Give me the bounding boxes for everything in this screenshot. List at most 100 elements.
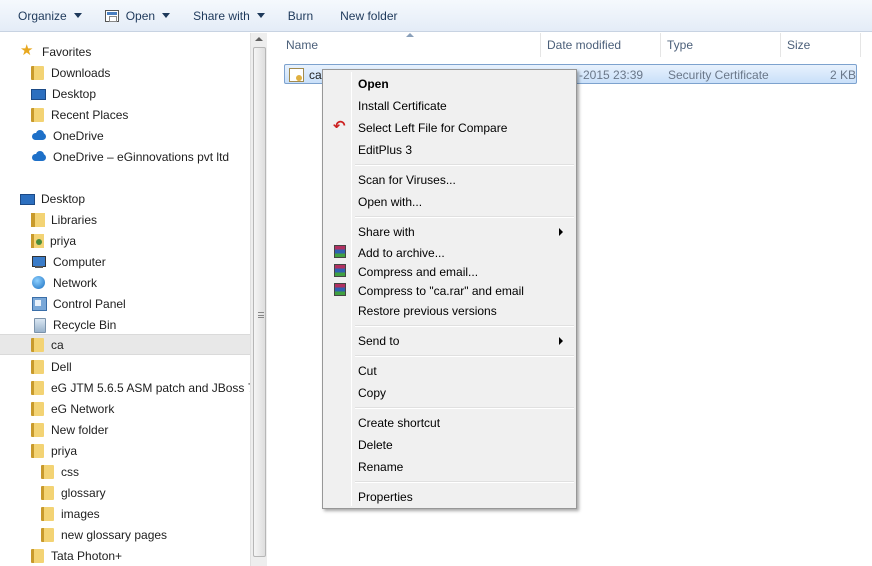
submenu-arrow-icon <box>559 228 563 236</box>
control-panel-icon <box>31 296 47 312</box>
nav-item-downloads[interactable]: Downloads <box>31 62 110 83</box>
nav-label: priya <box>50 233 77 248</box>
nav-item-ca[interactable]: ca <box>0 334 250 355</box>
compare-arrow-icon <box>333 120 347 134</box>
nav-label: Dell <box>51 359 72 374</box>
column-header-size[interactable]: Size <box>781 33 861 57</box>
certificate-icon <box>289 68 304 82</box>
column-header-date[interactable]: Date modified <box>541 33 661 57</box>
menu-item-create-shortcut[interactable]: Create shortcut <box>326 412 573 434</box>
menu-item-copy[interactable]: Copy <box>326 382 573 404</box>
nav-favorites[interactable]: Favorites <box>20 41 91 62</box>
nav-label: css <box>61 464 79 479</box>
nav-label: Favorites <box>42 44 92 59</box>
nav-item-computer[interactable]: Computer <box>31 251 106 272</box>
desktop-icon <box>20 193 35 205</box>
nav-item-network[interactable]: Network <box>31 272 97 293</box>
menu-item-restore-versions[interactable]: Restore previous versions <box>326 300 573 322</box>
winrar-icon <box>334 283 346 296</box>
menu-item-share-with[interactable]: Share with <box>326 221 573 243</box>
new-folder-button[interactable]: New folder <box>322 0 406 32</box>
nav-label: Network <box>53 275 98 290</box>
menu-item-delete[interactable]: Delete <box>326 434 573 456</box>
column-header-type[interactable]: Type <box>661 33 781 57</box>
grip-icon <box>258 312 264 318</box>
nav-label: Recent Places <box>51 107 129 122</box>
folder-icon <box>41 506 54 521</box>
open-button[interactable]: Open <box>91 0 179 32</box>
menu-item-scan-viruses[interactable]: Scan for Viruses... <box>326 169 573 191</box>
share-with-button[interactable]: Share with <box>179 0 274 32</box>
new-folder-label: New folder <box>340 8 398 23</box>
folder-icon <box>31 359 44 374</box>
menu-item-select-left-compare[interactable]: Select Left File for Compare <box>326 117 573 139</box>
menu-label: Select Left File for Compare <box>358 121 508 135</box>
menu-item-properties[interactable]: Properties <box>326 486 573 508</box>
menu-item-open-with[interactable]: Open with... <box>326 191 573 213</box>
menu-item-send-to[interactable]: Send to <box>326 330 573 352</box>
nav-item-priya-user[interactable]: priya <box>31 230 76 251</box>
sort-ascending-icon <box>406 33 414 37</box>
nav-item-eg-jtm[interactable]: eG JTM 5.6.5 ASM patch and JBoss 7.x <box>31 377 250 398</box>
menu-item-open[interactable]: Open <box>326 73 573 95</box>
menu-label: Properties <box>358 490 413 504</box>
burn-label: Burn <box>287 8 314 23</box>
nav-item-recent-places[interactable]: Recent Places <box>31 104 128 125</box>
scrollbar-thumb[interactable] <box>253 47 266 557</box>
menu-label: Send to <box>358 334 400 348</box>
organize-button[interactable]: Organize <box>0 0 91 32</box>
network-icon <box>31 275 47 291</box>
command-bar: Organize Open Share with Burn New folder <box>0 0 872 32</box>
menu-label: Rename <box>358 460 404 474</box>
menu-item-editplus[interactable]: EditPlus 3 <box>326 139 573 161</box>
onedrive-cloud-icon <box>31 149 47 165</box>
nav-label: Control Panel <box>53 296 126 311</box>
menu-label: Scan for Viruses... <box>358 173 456 187</box>
column-header-label: Size <box>787 38 811 52</box>
menu-separator <box>355 407 574 409</box>
nav-item-glossary[interactable]: glossary <box>41 482 106 503</box>
libraries-icon <box>31 212 45 227</box>
menu-label: Copy <box>358 386 387 400</box>
menu-label: Install Certificate <box>358 99 447 113</box>
folder-icon <box>31 401 44 416</box>
menu-label: Create shortcut <box>358 416 441 430</box>
menu-item-compress-rar-email[interactable]: Compress to "ca.rar" and email <box>326 280 573 302</box>
computer-icon <box>31 254 47 270</box>
burn-button[interactable]: Burn <box>274 0 322 32</box>
nav-desktop[interactable]: Desktop <box>20 188 85 209</box>
menu-item-rename[interactable]: Rename <box>326 456 573 478</box>
menu-label: Open <box>358 77 389 91</box>
nav-item-desktop-fav[interactable]: Desktop <box>31 83 96 104</box>
nav-item-new-glossary-pages[interactable]: new glossary pages <box>41 524 167 545</box>
nav-label: ca <box>51 337 64 352</box>
menu-label: Cut <box>358 364 377 378</box>
organize-label: Organize <box>18 8 67 23</box>
nav-item-dell[interactable]: Dell <box>31 356 72 377</box>
nav-label: Desktop <box>41 191 86 206</box>
nav-item-priya-folder[interactable]: priya <box>31 440 77 461</box>
nav-label: eG JTM 5.6.5 ASM patch and JBoss 7.x <box>51 380 250 395</box>
nav-item-css[interactable]: css <box>41 461 79 482</box>
nav-item-onedrive[interactable]: OneDrive <box>31 125 104 146</box>
nav-item-images[interactable]: images <box>41 503 100 524</box>
nav-item-eg-network[interactable]: eG Network <box>31 398 114 419</box>
nav-item-tata-photon[interactable]: Tata Photon+ <box>31 545 122 566</box>
nav-scrollbar[interactable] <box>250 33 267 566</box>
menu-item-install-certificate[interactable]: Install Certificate <box>326 95 573 117</box>
nav-item-new-folder[interactable]: New folder <box>31 419 108 440</box>
nav-label: glossary <box>61 485 106 500</box>
file-size: 2 KB <box>830 68 857 82</box>
menu-separator <box>355 164 574 166</box>
folder-icon <box>31 422 44 437</box>
recent-places-icon <box>31 107 44 122</box>
nav-item-onedrive-eg[interactable]: OneDrive – eGinnovations pvt ltd <box>31 146 229 167</box>
column-header-label: Type <box>667 38 694 52</box>
scroll-up-arrow-icon[interactable] <box>255 37 263 41</box>
column-header-name[interactable]: Name <box>268 33 541 57</box>
nav-item-control-panel[interactable]: Control Panel <box>31 293 126 314</box>
nav-item-libraries[interactable]: Libraries <box>31 209 97 230</box>
nav-item-recycle-bin[interactable]: Recycle Bin <box>31 314 116 335</box>
folder-icon <box>41 485 54 500</box>
menu-item-cut[interactable]: Cut <box>326 360 573 382</box>
